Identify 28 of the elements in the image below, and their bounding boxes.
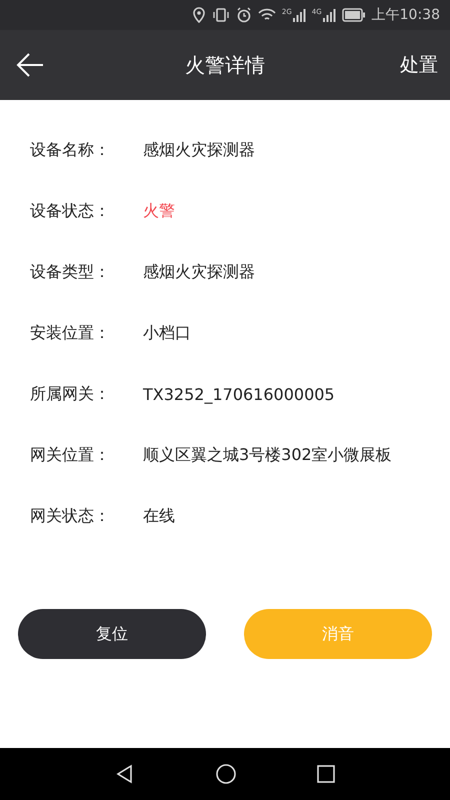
field-label: 网关位置： (29, 445, 111, 466)
field-value: 小档口 (143, 323, 191, 344)
field-value: 感烟火灾探测器 (143, 262, 255, 283)
alarm-clock-icon (236, 7, 252, 23)
field-label: 网关状态： (29, 506, 111, 527)
location-icon (192, 7, 206, 23)
field-label: 所属网关： (29, 384, 111, 405)
page-title: 火警详情 (185, 52, 265, 78)
field-label: 安装位置： (29, 323, 111, 344)
field-label: 设备名称： (29, 140, 111, 161)
reset-button[interactable]: 复位 (18, 609, 206, 659)
field-label: 设备类型： (29, 262, 111, 283)
field-value: 感烟火灾探测器 (143, 140, 255, 161)
home-icon[interactable] (215, 763, 237, 785)
dispose-link[interactable]: 处置 (400, 52, 438, 78)
back-icon[interactable] (115, 764, 135, 784)
field-value: 在线 (143, 506, 175, 527)
signal-icon (322, 8, 336, 22)
back-arrow-icon[interactable] (16, 53, 44, 77)
vibrate-icon (212, 7, 230, 23)
field-label: 设备状态： (29, 201, 111, 222)
battery-icon (342, 8, 366, 22)
recent-apps-icon[interactable] (317, 765, 335, 783)
field-value: TX3252_170616000005 (143, 385, 335, 404)
field-value: 顺义区翼之城3号楼302室小微展板 (143, 445, 392, 466)
signal-icon (292, 8, 306, 22)
clock-time: 上午10:38 (372, 6, 440, 24)
field-value: 火警 (143, 201, 175, 222)
